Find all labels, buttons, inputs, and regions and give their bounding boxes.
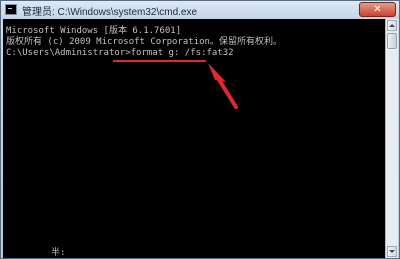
close-button[interactable]: ✕	[359, 2, 396, 17]
scroll-up-arrow-icon[interactable]	[387, 20, 397, 31]
window-title: 管理员: C:\Windows\system32\cmd.exe	[22, 7, 198, 18]
console-output[interactable]: Microsoft Windows [版本 6.1.7601] 版权所有 (c)…	[3, 19, 385, 258]
scroll-thumb[interactable]	[387, 33, 397, 49]
title-bar[interactable]: 管理员: C:\Windows\system32\cmd.exe ✕	[1, 1, 399, 19]
vertical-scrollbar[interactable]	[385, 19, 398, 258]
cmd-window: 管理员: C:\Windows\system32\cmd.exe ✕ Micro…	[0, 0, 400, 259]
annotation-underline	[113, 60, 206, 62]
console-line-copyright: 版权所有 (c) 2009 Microsoft Corporation。保留所有…	[6, 37, 282, 47]
scroll-down-arrow-icon[interactable]	[387, 246, 397, 257]
annotation-arrow	[208, 63, 238, 109]
console-line-command: C:\Users\Administrator>format g: /fs:fat…	[6, 48, 234, 58]
cmd-icon[interactable]	[5, 4, 17, 15]
ime-status-text: 半:	[51, 248, 66, 258]
arrow-shaft	[216, 76, 238, 109]
